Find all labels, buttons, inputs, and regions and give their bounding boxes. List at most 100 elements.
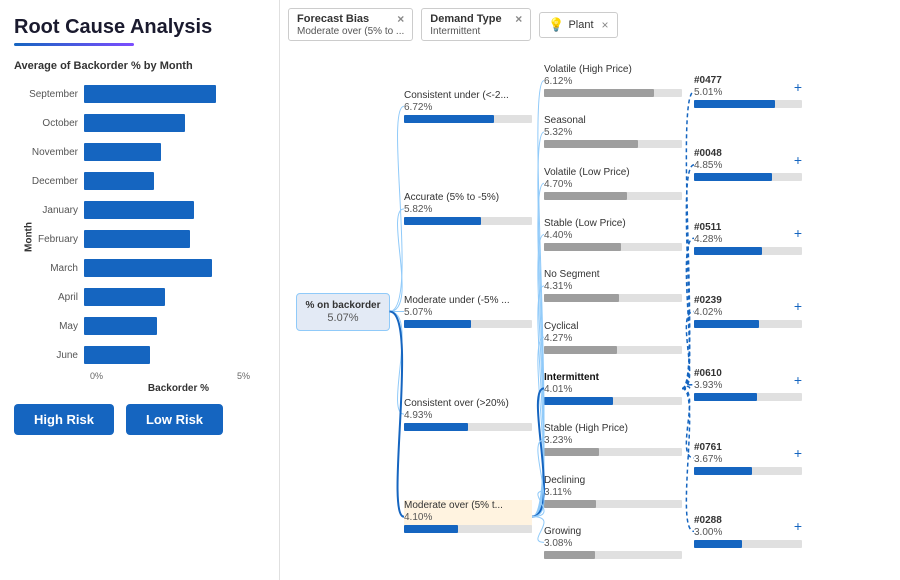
demand-type-node: Volatile (Low Price) 4.70% <box>544 167 682 200</box>
bar-chart-area: Month September October November Decembe… <box>22 80 267 394</box>
page-title: Root Cause Analysis <box>14 16 267 39</box>
plant-node: #0477 5.01% + <box>694 75 802 108</box>
demand-type-node: Stable (Low Price) 4.40% <box>544 218 682 251</box>
demand-node-label: Declining <box>544 475 682 487</box>
forecast-bias-filter[interactable]: Forecast Bias × Moderate over (5% to ... <box>288 8 413 41</box>
demand-node-value: 5.32% <box>544 127 682 138</box>
fc-node-value: 4.93% <box>404 410 532 421</box>
demand-node-value: 4.27% <box>544 333 682 344</box>
demand-type-value: Intermittent <box>430 26 522 37</box>
bar-row: March <box>22 254 267 282</box>
plant-node-label: #0239 <box>694 295 722 307</box>
demand-node-value: 3.11% <box>544 487 682 498</box>
plant-expand-button[interactable]: + <box>794 298 802 314</box>
bar-track <box>84 172 267 190</box>
bar-fill <box>84 259 212 277</box>
chart-title: Average of Backorder % by Month <box>14 60 267 72</box>
bar-row: October <box>22 109 267 137</box>
demand-type-filter[interactable]: Demand Type × Intermittent <box>421 8 531 41</box>
fc-node-label: Accurate (5% to -5%) <box>404 192 532 204</box>
demand-node-label: Growing <box>544 526 682 538</box>
fc-node-value: 6.72% <box>404 102 532 113</box>
col-fc-bias: Consistent under (<-2... 6.72% Accurate … <box>398 51 538 572</box>
plant-label: Plant <box>568 19 593 31</box>
plant-expand-button[interactable]: + <box>794 79 802 95</box>
bar-label: January <box>22 205 84 216</box>
demand-node-label: No Segment <box>544 269 682 281</box>
plant-expand-button[interactable]: + <box>794 372 802 388</box>
fc-node-label: Consistent under (<-2... <box>404 90 532 102</box>
plant-node-value: 3.67% <box>694 454 722 465</box>
left-panel: Root Cause Analysis Average of Backorder… <box>0 0 280 580</box>
plant-node-value: 4.28% <box>694 234 722 245</box>
bar-track <box>84 346 267 364</box>
forecast-bias-node: Consistent under (<-2... 6.72% <box>404 90 532 123</box>
root-node: % on backorder 5.07% <box>296 293 389 331</box>
demand-node-label: Volatile (High Price) <box>544 64 682 76</box>
bar-track <box>84 201 267 219</box>
fc-node-label: Consistent over (>20%) <box>404 398 532 410</box>
plant-node-label: #0048 <box>694 148 722 160</box>
plant-node-value: 4.02% <box>694 307 722 318</box>
forecast-bias-node: Moderate under (-5% ... 5.07% <box>404 295 532 328</box>
bar-fill <box>84 114 185 132</box>
demand-type-node: Intermittent 4.01% <box>544 372 682 405</box>
plant-node-label: #0477 <box>694 75 722 87</box>
bar-row: December <box>22 167 267 195</box>
root-value: 5.07% <box>305 312 380 324</box>
demand-node-value: 3.23% <box>544 435 682 446</box>
demand-type-node: Volatile (High Price) 6.12% <box>544 64 682 97</box>
demand-type-node: Seasonal 5.32% <box>544 115 682 148</box>
demand-type-node: Growing 3.08% <box>544 526 682 559</box>
forecast-bias-node: Accurate (5% to -5%) 5.82% <box>404 192 532 225</box>
fc-node-label: Moderate over (5% t... <box>404 500 532 512</box>
plant-node-label: #0511 <box>694 222 722 234</box>
bar-chart: September October November December Janu… <box>22 80 267 369</box>
bar-track <box>84 230 267 248</box>
plant-close[interactable]: × <box>602 18 609 32</box>
bar-row: June <box>22 341 267 369</box>
demand-node-label: Seasonal <box>544 115 682 127</box>
plant-filter[interactable]: 💡 Plant × <box>539 12 617 38</box>
fc-node-value: 5.82% <box>404 204 532 215</box>
demand-node-label: Stable (High Price) <box>544 423 682 435</box>
bar-track <box>84 85 267 103</box>
demand-type-close[interactable]: × <box>515 12 522 26</box>
plant-node: #0511 4.28% + <box>694 222 802 255</box>
high-risk-button[interactable]: High Risk <box>14 404 114 435</box>
bar-label: May <box>22 321 84 332</box>
bar-fill <box>84 230 190 248</box>
forecast-bias-value: Moderate over (5% to ... <box>297 26 404 37</box>
bar-label: October <box>22 118 84 129</box>
demand-type-node: Cyclical 4.27% <box>544 321 682 354</box>
plant-node-value: 3.00% <box>694 527 722 538</box>
demand-node-value: 4.70% <box>544 179 682 190</box>
plant-icon: 💡 <box>548 17 564 33</box>
demand-node-value: 3.08% <box>544 538 682 549</box>
forecast-bias-node: Consistent over (>20%) 4.93% <box>404 398 532 431</box>
plant-expand-button[interactable]: + <box>794 225 802 241</box>
demand-type-node: Declining 3.11% <box>544 475 682 508</box>
bar-row: May <box>22 312 267 340</box>
demand-node-label: Cyclical <box>544 321 682 333</box>
bar-track <box>84 259 267 277</box>
plant-expand-button[interactable]: + <box>794 518 802 534</box>
y-axis-label: Month <box>24 222 35 252</box>
demand-node-value: 4.31% <box>544 281 682 292</box>
right-panel: Forecast Bias × Moderate over (5% to ...… <box>280 0 900 580</box>
forecast-bias-close[interactable]: × <box>397 12 404 26</box>
demand-node-label: Volatile (Low Price) <box>544 167 682 179</box>
bar-label: March <box>22 263 84 274</box>
plant-node-value: 5.01% <box>694 87 722 98</box>
bar-track <box>84 288 267 306</box>
fc-node-value: 4.10% <box>404 512 532 523</box>
plant-node-value: 4.85% <box>694 160 722 171</box>
bar-fill <box>84 172 154 190</box>
low-risk-button[interactable]: Low Risk <box>126 404 223 435</box>
bar-row: April <box>22 283 267 311</box>
col-plant: #0477 5.01% + #0048 4.85% + <box>688 51 808 572</box>
plant-expand-button[interactable]: + <box>794 152 802 168</box>
fc-node-value: 5.07% <box>404 307 532 318</box>
plant-expand-button[interactable]: + <box>794 445 802 461</box>
bar-track <box>84 317 267 335</box>
